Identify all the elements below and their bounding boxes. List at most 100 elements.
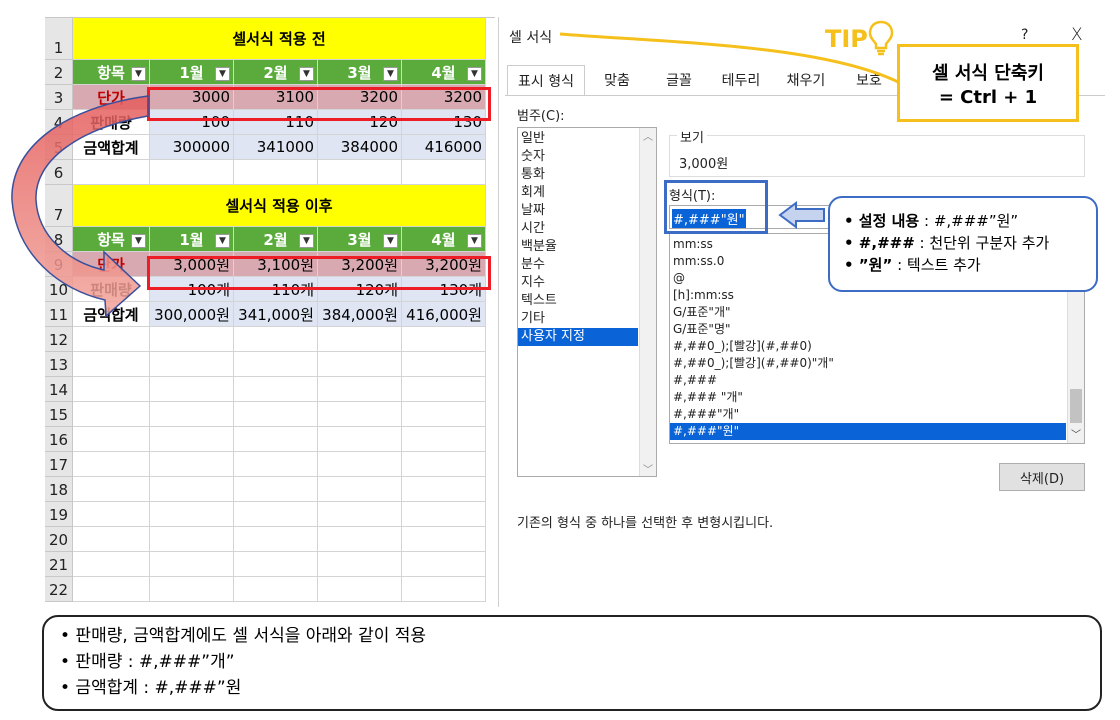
cell[interactable] xyxy=(318,402,402,427)
row-number[interactable]: 7 xyxy=(45,185,73,227)
tab-protection[interactable]: 보호 xyxy=(841,65,897,95)
scroll-down-icon[interactable]: ﹀ xyxy=(640,461,656,476)
row-number[interactable]: 5 xyxy=(45,135,73,160)
row-number[interactable]: 18 xyxy=(45,477,73,502)
cell[interactable] xyxy=(73,352,150,377)
column-header[interactable]: 2월 ▼ xyxy=(234,60,318,85)
cell[interactable] xyxy=(402,402,486,427)
row-number[interactable]: 22 xyxy=(45,577,73,602)
scroll-thumb[interactable] xyxy=(1070,389,1082,423)
cell[interactable] xyxy=(234,402,318,427)
cell[interactable] xyxy=(234,427,318,452)
cell[interactable] xyxy=(402,502,486,527)
row-number[interactable]: 16 xyxy=(45,427,73,452)
cell[interactable] xyxy=(318,427,402,452)
cell[interactable] xyxy=(150,502,234,527)
column-header[interactable]: 4월 ▼ xyxy=(402,60,486,85)
row-number[interactable]: 8 xyxy=(45,227,73,252)
tab-font[interactable]: 글꼴 xyxy=(649,65,709,95)
cell[interactable] xyxy=(318,502,402,527)
cell[interactable] xyxy=(234,502,318,527)
row-number[interactable]: 19 xyxy=(45,502,73,527)
category-item[interactable]: 지수 xyxy=(518,274,638,292)
format-item[interactable]: #,##0_);[빨강](#,##0) xyxy=(670,338,1066,355)
cell[interactable] xyxy=(150,552,234,577)
cell[interactable] xyxy=(318,452,402,477)
column-header[interactable]: 4월 ▼ xyxy=(402,227,486,252)
value-cell[interactable]: 416000 xyxy=(402,135,486,160)
row-number[interactable]: 17 xyxy=(45,452,73,477)
cell[interactable] xyxy=(318,377,402,402)
column-header[interactable]: 항목 ▼ xyxy=(73,227,150,252)
cell[interactable] xyxy=(234,552,318,577)
filter-dropdown-icon[interactable]: ▼ xyxy=(131,67,146,81)
row-number[interactable]: 10 xyxy=(45,277,73,302)
cell[interactable] xyxy=(150,160,234,185)
row-label[interactable]: 판매량 xyxy=(73,277,150,302)
category-item[interactable]: 회계 xyxy=(518,184,638,202)
column-header[interactable]: 항목 ▼ xyxy=(73,60,150,85)
category-item[interactable]: 백분율 xyxy=(518,238,638,256)
cell[interactable] xyxy=(150,352,234,377)
close-button[interactable]: X xyxy=(1071,25,1083,45)
cell[interactable] xyxy=(318,327,402,352)
delete-button[interactable]: 삭제(D) xyxy=(999,463,1085,491)
row-number[interactable]: 15 xyxy=(45,402,73,427)
format-item[interactable]: G/표준"개" xyxy=(670,304,1066,321)
cell[interactable] xyxy=(73,377,150,402)
cell[interactable] xyxy=(73,160,150,185)
cell[interactable] xyxy=(234,527,318,552)
category-item[interactable]: 날짜 xyxy=(518,202,638,220)
value-cell[interactable]: 300,000원 xyxy=(150,302,234,327)
row-number[interactable]: 9 xyxy=(45,252,73,277)
cell[interactable] xyxy=(318,477,402,502)
format-item[interactable]: #,###"개" xyxy=(670,406,1066,423)
value-cell[interactable]: 416,000원 xyxy=(402,302,486,327)
row-number[interactable]: 14 xyxy=(45,377,73,402)
cell[interactable] xyxy=(73,452,150,477)
cell[interactable] xyxy=(73,527,150,552)
cell[interactable] xyxy=(402,160,486,185)
row-number[interactable]: 12 xyxy=(45,327,73,352)
category-item[interactable]: 분수 xyxy=(518,256,638,274)
cell[interactable] xyxy=(402,427,486,452)
cell[interactable] xyxy=(402,452,486,477)
value-cell[interactable]: 341000 xyxy=(234,135,318,160)
value-cell[interactable]: 384000 xyxy=(318,135,402,160)
value-cell[interactable]: 341,000원 xyxy=(234,302,318,327)
category-item[interactable]: 텍스트 xyxy=(518,292,638,310)
cell[interactable] xyxy=(150,402,234,427)
column-header[interactable]: 1월 ▼ xyxy=(150,227,234,252)
cell[interactable] xyxy=(150,477,234,502)
category-item[interactable]: 일반 xyxy=(518,130,638,148)
filter-dropdown-icon[interactable]: ▼ xyxy=(299,67,314,81)
cell[interactable] xyxy=(234,160,318,185)
row-label[interactable]: 판매량 xyxy=(73,110,150,135)
scroll-up-icon[interactable]: ︿ xyxy=(640,128,656,143)
format-item[interactable]: #,###"원" xyxy=(670,423,1066,440)
value-cell[interactable]: 384,000원 xyxy=(318,302,402,327)
filter-dropdown-icon[interactable]: ▼ xyxy=(215,67,230,81)
cell[interactable] xyxy=(402,577,486,602)
tab-number[interactable]: 표시 형식 xyxy=(507,65,585,95)
filter-dropdown-icon[interactable]: ▼ xyxy=(467,234,482,248)
row-label[interactable]: 단가 xyxy=(73,252,150,277)
cell[interactable] xyxy=(73,552,150,577)
category-scrollbar[interactable]: ︿ ﹀ xyxy=(639,128,656,476)
category-item[interactable]: 숫자 xyxy=(518,148,638,166)
cell[interactable] xyxy=(318,160,402,185)
cell[interactable] xyxy=(73,502,150,527)
category-list[interactable]: 일반 숫자 통화 회계 날짜 시간 백분율 분수 지수 텍스트 기타 사용자 지정 ︿ ﹀ xyxy=(517,127,657,477)
value-cell[interactable]: 300000 xyxy=(150,135,234,160)
cell[interactable] xyxy=(318,552,402,577)
row-number[interactable]: 11 xyxy=(45,302,73,327)
column-header[interactable]: 3월 ▼ xyxy=(318,60,402,85)
row-number[interactable]: 4 xyxy=(45,110,73,135)
cell[interactable] xyxy=(150,577,234,602)
tab-alignment[interactable]: 맞춤 xyxy=(587,65,647,95)
cell[interactable] xyxy=(73,477,150,502)
filter-dropdown-icon[interactable]: ▼ xyxy=(383,234,398,248)
cell[interactable] xyxy=(234,577,318,602)
tab-fill[interactable]: 채우기 xyxy=(773,65,839,95)
cell[interactable] xyxy=(150,427,234,452)
